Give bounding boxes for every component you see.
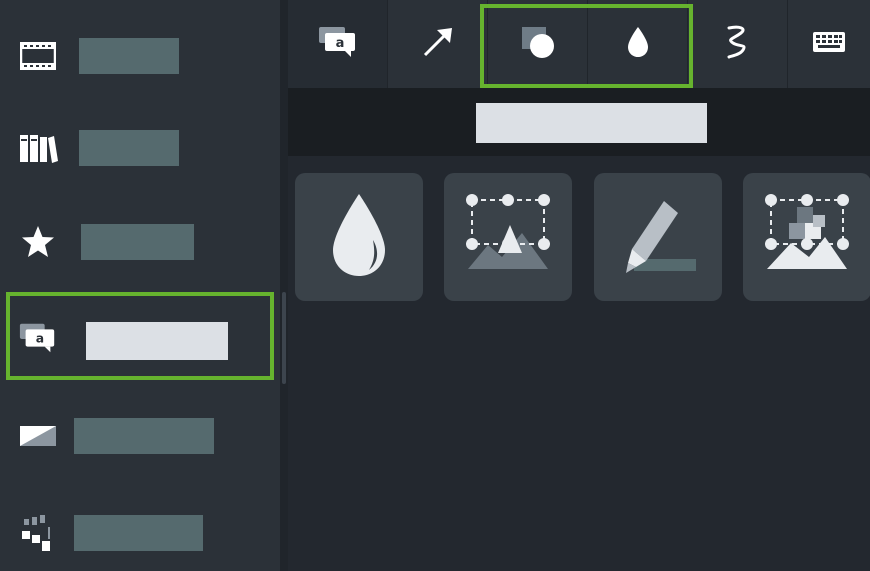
effect-blur[interactable] <box>295 173 423 301</box>
tab-sketch-motion[interactable] <box>688 0 788 88</box>
sidebar-item-library[interactable] <box>0 102 280 194</box>
sidebar-scroll-thumb[interactable] <box>282 292 286 384</box>
callout-icon: a <box>317 25 359 63</box>
star-icon <box>18 224 58 260</box>
effect-spotlight[interactable] <box>444 173 572 301</box>
shape-icon <box>520 25 556 63</box>
film-strip-icon <box>18 38 58 74</box>
sidebar-item-label <box>74 515 203 551</box>
sidebar-item-favorites[interactable] <box>0 196 280 288</box>
sidebar-item-media[interactable] <box>0 10 280 102</box>
sidebar-item-label <box>79 130 179 166</box>
sidebar-item-annotations[interactable]: a <box>0 292 280 384</box>
annotation-type-toolbar: a <box>288 0 870 88</box>
effect-highlight[interactable] <box>594 173 722 301</box>
sidebar-scrollbar[interactable] <box>280 0 288 571</box>
app-window: a a <box>0 0 870 571</box>
keyboard-icon <box>812 31 846 57</box>
highlight-pen-effect-icon <box>608 185 708 289</box>
arrow-icon <box>421 25 455 63</box>
library-books-icon <box>18 130 58 166</box>
annotation-callout-icon: a <box>18 320 58 356</box>
svg-text:a: a <box>335 36 344 51</box>
animation-behaviors-icon <box>18 515 58 551</box>
sidebar-item-behaviors[interactable] <box>0 487 280 571</box>
tab-shapes[interactable] <box>488 0 588 88</box>
svg-text:a: a <box>36 332 44 346</box>
effect-pixelate[interactable] <box>743 173 870 301</box>
tab-keystroke[interactable] <box>788 0 870 88</box>
sketch-motion-icon <box>723 24 753 64</box>
tab-blur-highlight[interactable] <box>588 0 688 88</box>
sidebar-item-label <box>81 224 194 260</box>
transition-icon <box>18 418 58 454</box>
spotlight-effect-icon <box>458 185 558 289</box>
effects-panel <box>288 156 870 571</box>
section-title <box>476 103 707 143</box>
sidebar-item-transitions[interactable] <box>0 390 280 482</box>
section-header <box>288 88 870 156</box>
pixelate-effect-icon <box>757 185 857 289</box>
blur-drop-effect-icon <box>329 190 389 284</box>
sidebar-item-label <box>74 418 214 454</box>
sidebar-item-label <box>86 322 228 360</box>
tab-arrows[interactable] <box>388 0 488 88</box>
tab-callouts[interactable]: a <box>288 0 388 88</box>
sidebar: a <box>0 0 280 571</box>
blur-drop-icon <box>625 25 651 63</box>
sidebar-item-label <box>79 38 179 74</box>
